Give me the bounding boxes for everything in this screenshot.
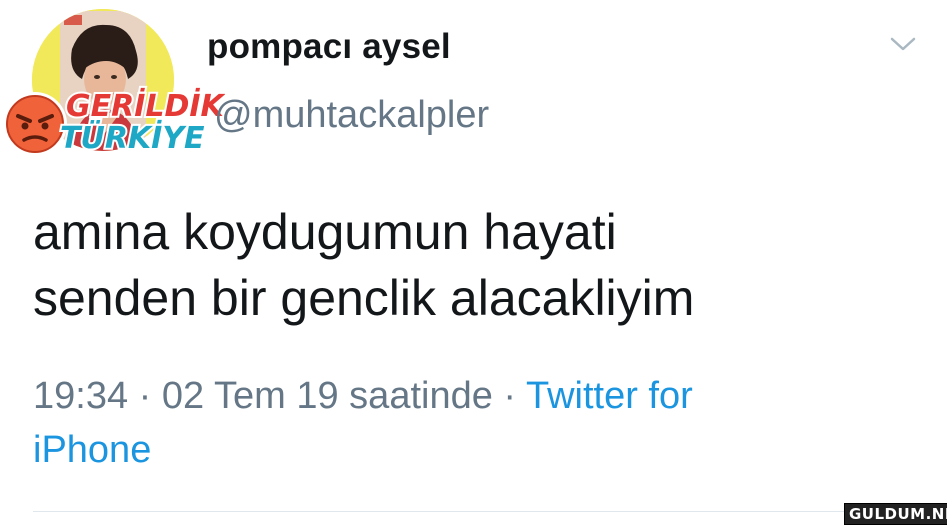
tweet-card: GERİLDİK TÜRKİYE pompacı aysel @muhtacka…: [0, 0, 947, 525]
display-name[interactable]: pompacı aysel: [207, 27, 451, 67]
meta-separator: ·: [138, 375, 152, 417]
tweet-source-link-cont[interactable]: iPhone: [33, 429, 151, 471]
logo-line2: TÜRKİYE: [60, 119, 205, 156]
tweet-source-link[interactable]: Twitter for: [526, 375, 693, 417]
tweet-time[interactable]: 19:34: [33, 375, 128, 417]
tweet-date[interactable]: 02 Tem 19 saatinde: [162, 375, 493, 417]
gerildik-turkiye-logo: GERİLDİK TÜRKİYE: [0, 84, 229, 162]
tweet-text-line: senden bir genclik alacakliyim: [33, 270, 695, 326]
username[interactable]: @muhtackalpler: [214, 94, 489, 137]
meta-separator: ·: [503, 375, 517, 417]
angry-face-icon: [3, 92, 67, 156]
chevron-down-icon[interactable]: [888, 34, 918, 54]
tweet-meta: 19:34 · 02 Tem 19 saatinde · Twitter for…: [33, 369, 913, 477]
tweet-text-line: amina koydugumun hayati: [33, 204, 617, 260]
site-watermark: GULDUM.NET: [844, 503, 947, 525]
tweet-text: amina koydugumun hayati senden bir gencl…: [33, 199, 913, 331]
divider: [33, 511, 947, 512]
logo-line1: GERİLDİK: [66, 88, 225, 124]
